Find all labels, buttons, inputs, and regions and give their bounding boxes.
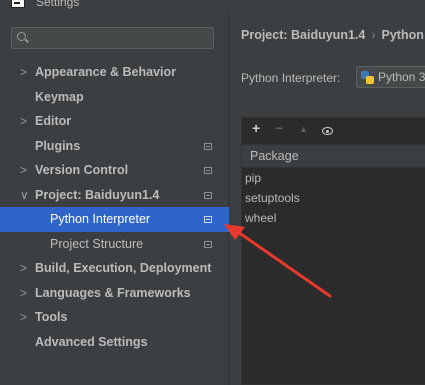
add-icon[interactable]: + (252, 120, 260, 136)
chevron-right-icon: > (20, 163, 28, 177)
breadcrumb-project: Project: Baiduyun1.4 (241, 28, 366, 42)
sidebar-item-label: Project Structure (50, 236, 144, 251)
search-input[interactable] (30, 29, 210, 47)
settings-sidebar: > Appearance & Behavior Keymap > Editor … (0, 13, 229, 385)
project-level-icon (204, 142, 212, 150)
package-column-header[interactable]: Package (242, 144, 425, 168)
sidebar-item-version-control[interactable]: > Version Control (0, 158, 229, 183)
sidebar-item-label: Project: Baiduyun1.4 (35, 187, 160, 202)
settings-content: Project: Baiduyun1.4 › Python Python Inter… (230, 13, 425, 385)
chevron-right-icon: > (20, 114, 28, 128)
project-level-icon (204, 191, 212, 199)
breadcrumb-separator: › (371, 28, 376, 42)
search-box[interactable] (11, 27, 214, 49)
sidebar-item-label: Editor (35, 114, 72, 128)
settings-tree: > Appearance & Behavior Keymap > Editor … (0, 60, 229, 354)
sidebar-item-tools[interactable]: > Tools (0, 305, 229, 330)
breadcrumb-page: Python (381, 28, 424, 42)
sidebar-item-editor[interactable]: > Editor (0, 109, 229, 134)
packages-list: pip setuptools wheel (242, 168, 425, 228)
sidebar-item-appearance[interactable]: > Appearance & Behavior (0, 60, 229, 85)
packages-panel: + − ▲ Package pip setuptools wheel (241, 117, 425, 385)
sidebar-item-label: Build, Execution, Deployment (35, 261, 212, 275)
sidebar-item-project[interactable]: ∨ Project: Baiduyun1.4 (0, 183, 229, 208)
project-level-icon (204, 216, 212, 223)
breadcrumb: Project: Baiduyun1.4 › Python (241, 28, 424, 42)
sidebar-item-plugins[interactable]: Plugins (0, 134, 229, 159)
project-level-icon (204, 167, 212, 174)
table-row[interactable]: setuptools (242, 188, 425, 208)
table-row[interactable]: pip (242, 168, 425, 188)
interpreter-value: Python 3 (378, 70, 425, 84)
interpreter-label: Python Interpreter: (241, 71, 341, 85)
search-icon (17, 32, 26, 41)
python-icon (361, 71, 374, 84)
table-row[interactable]: wheel (242, 208, 425, 228)
remove-icon[interactable]: − (275, 120, 283, 136)
sidebar-item-label: Appearance & Behavior (35, 65, 177, 79)
sidebar-item-build[interactable]: > Build, Execution, Deployment (0, 256, 229, 281)
chevron-down-icon: ∨ (20, 187, 29, 202)
title-bar: Settings (0, 0, 425, 13)
sidebar-item-label: Python Interpreter (50, 212, 151, 226)
chevron-right-icon: > (20, 261, 28, 275)
window-title: Settings (36, 0, 80, 9)
upgrade-icon[interactable]: ▲ (299, 124, 308, 134)
sidebar-item-label: Languages & Frameworks (35, 285, 191, 300)
eye-icon[interactable] (322, 127, 333, 135)
sidebar-item-keymap[interactable]: Keymap (0, 85, 229, 110)
sidebar-item-advanced-settings[interactable]: Advanced Settings (0, 330, 229, 355)
sidebar-item-project-structure[interactable]: Project Structure (0, 232, 229, 257)
sidebar-item-python-interpreter[interactable]: Python Interpreter (0, 207, 229, 232)
packages-toolbar: + − ▲ (242, 118, 425, 144)
project-level-icon (204, 240, 212, 248)
interpreter-select[interactable]: Python 3 (356, 66, 425, 88)
sidebar-item-label: Plugins (35, 138, 81, 153)
sidebar-item-label: Advanced Settings (35, 334, 148, 349)
app-icon (11, 0, 25, 8)
chevron-right-icon: > (20, 285, 28, 300)
chevron-right-icon: > (20, 65, 28, 79)
sidebar-item-languages[interactable]: > Languages & Frameworks (0, 281, 229, 306)
chevron-right-icon: > (20, 310, 28, 324)
sidebar-item-label: Keymap (35, 89, 84, 104)
sidebar-item-label: Version Control (35, 163, 129, 177)
sidebar-item-label: Tools (35, 310, 68, 324)
